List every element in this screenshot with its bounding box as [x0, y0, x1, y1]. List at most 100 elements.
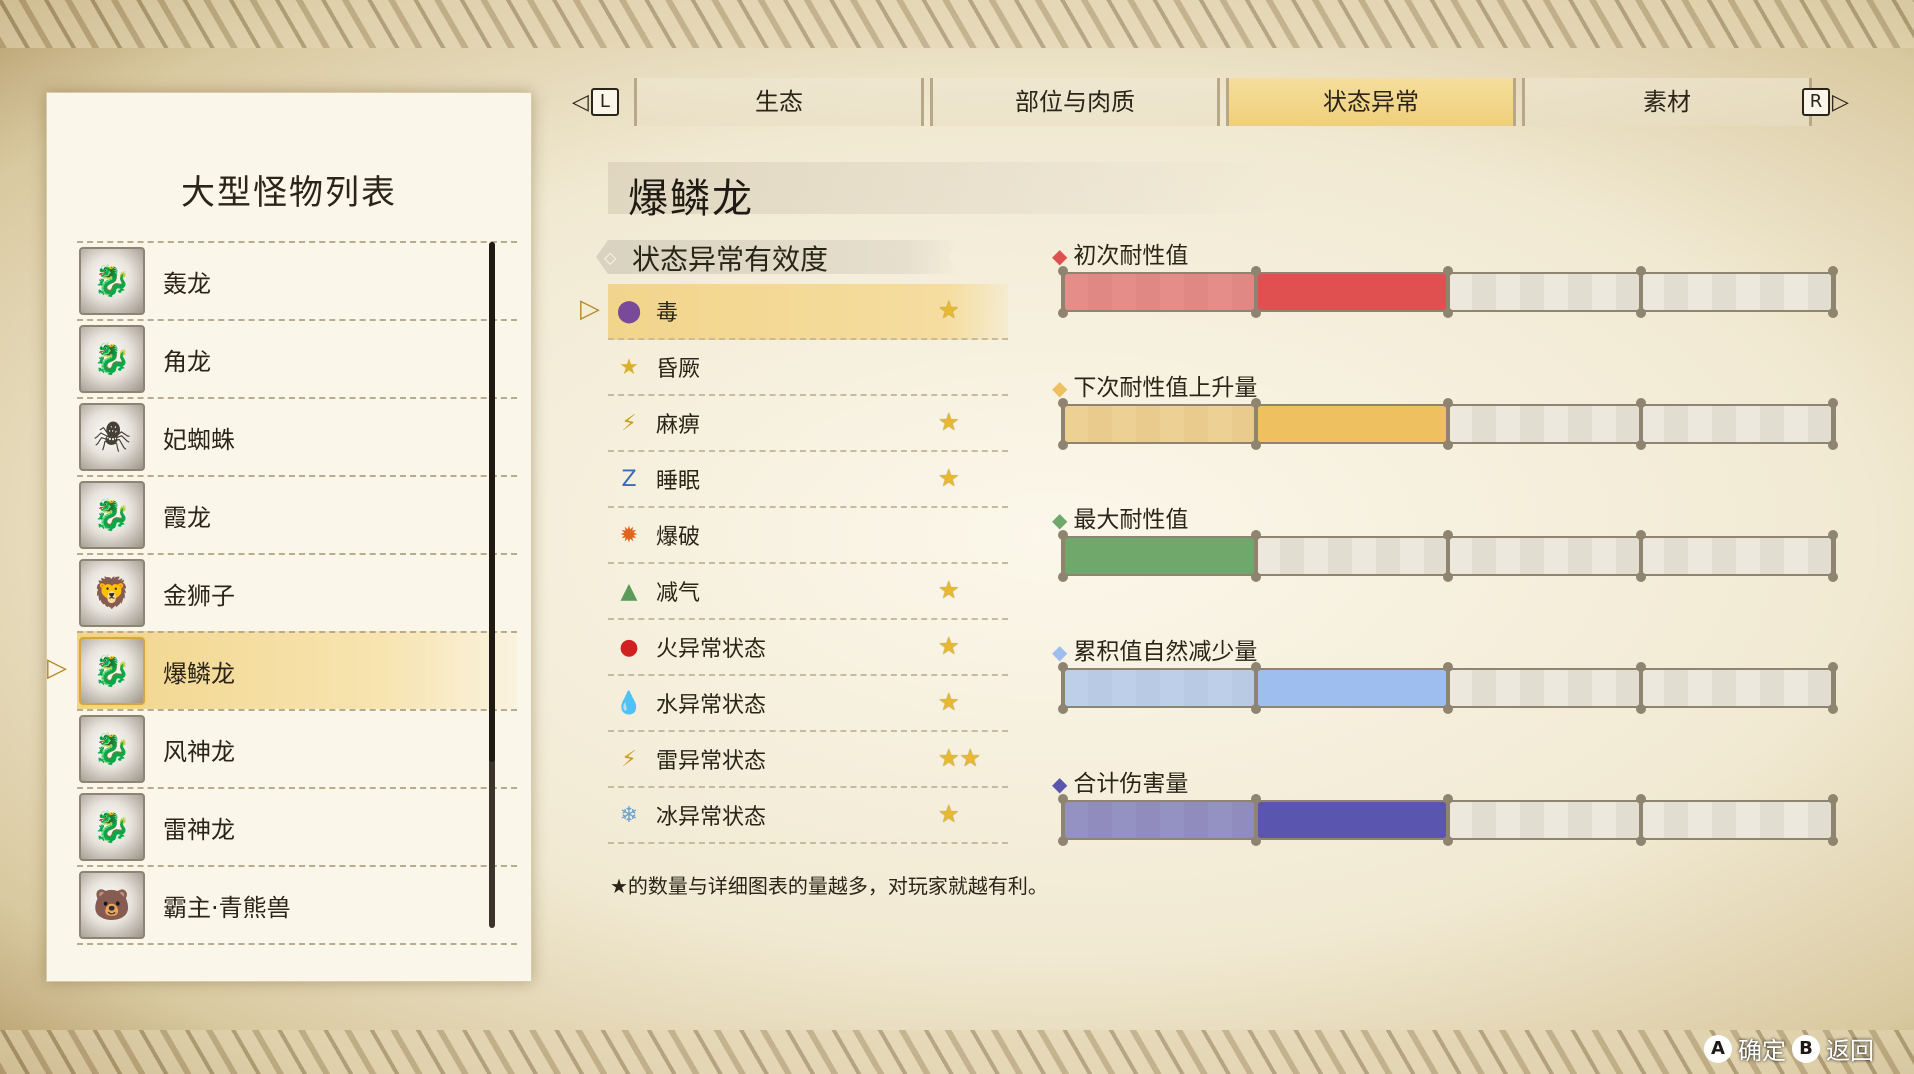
effectiveness-stars-icon: ★	[938, 688, 960, 716]
effectiveness-stars-icon: ★	[938, 408, 960, 436]
fire-icon: ●	[619, 634, 639, 660]
resistance-meter: ◆ 下次耐性值上升量	[1052, 368, 1842, 450]
status-header: 状态异常有效度	[632, 243, 829, 276]
bottom-border-pattern	[0, 1030, 1914, 1074]
monster-name: 爆鳞龙	[163, 659, 235, 688]
meter-fill-segment	[1064, 538, 1257, 574]
status-row[interactable]: ⚡ 雷异常状态 ★★	[608, 732, 1008, 788]
meter-divider	[1443, 398, 1453, 450]
dragon-icon: 🐉	[79, 637, 145, 705]
monster-name: 霞龙	[163, 503, 211, 532]
monster-list-item[interactable]: ▷ 🐉 爆鳞龙	[47, 631, 517, 709]
water-icon: 💧	[615, 690, 643, 716]
monster-list-item[interactable]: 🐉 角龙	[77, 319, 517, 397]
exhaust-icon: ▲	[620, 578, 638, 604]
status-name: 冰异常状态	[656, 805, 767, 830]
meter-divider	[1058, 794, 1068, 846]
status-row[interactable]: 💧 水异常状态 ★	[608, 676, 1008, 732]
status-name: 毒	[656, 301, 679, 326]
tab-next-control[interactable]: R ▷	[1800, 88, 1849, 116]
monster-list-item[interactable]: 🕷 妃蜘蛛	[77, 397, 517, 475]
monster-list-item[interactable]: 🐉 轰龙	[77, 241, 517, 319]
tab-prev-control[interactable]: ◁ L	[572, 88, 621, 116]
meter-bar	[1058, 662, 1838, 714]
effectiveness-stars-icon: ★★	[938, 744, 982, 772]
monster-list: 🐉 轰龙 🐉 角龙 🕷 妃蜘蛛 🐉 霞龙 🦁 金狮子 ▷ 🐉 爆鳞龙 🐉 风神龙 🐉 雷神龙 🐻 霸主·青熊兽	[47, 241, 517, 945]
meter-bar	[1058, 794, 1838, 846]
meter-divider	[1828, 266, 1838, 318]
meter-fill-segment	[1256, 802, 1449, 838]
monster-name: 金狮子	[163, 581, 235, 610]
status-row[interactable]: ★ 昏厥	[608, 340, 1008, 396]
meter-series-name: 合计伤害量	[1073, 771, 1189, 797]
spider-icon: 🕷	[79, 403, 145, 471]
monster-name: 风神龙	[163, 737, 235, 766]
tab-parts-hitzones[interactable]: 部位与肉质	[930, 78, 1220, 126]
meter-divider	[1635, 662, 1646, 714]
status-row[interactable]: ▲ 减气 ★	[608, 564, 1008, 620]
diamond-icon: ◆	[1052, 772, 1068, 796]
right-triangle-icon: ▷	[1832, 89, 1849, 115]
a-button-icon[interactable]: A	[1704, 1034, 1732, 1063]
meter-divider	[1828, 398, 1838, 450]
tab-materials[interactable]: 素材	[1522, 78, 1812, 126]
diamond-icon: ◆	[1052, 376, 1068, 400]
monster-list-item[interactable]: 🐻 霸主·青熊兽	[77, 865, 517, 945]
status-row[interactable]: ● 火异常状态 ★	[608, 620, 1008, 676]
button-hints: A 确定 B 返回	[1704, 1031, 1874, 1066]
diamond-icon: ◆	[1052, 640, 1068, 664]
confirm-label[interactable]: 确定	[1738, 1031, 1786, 1066]
blast-icon: ✹	[619, 522, 639, 548]
paralysis-icon: ⚡	[621, 410, 637, 436]
meter-fill-segment	[1064, 406, 1257, 442]
meter-divider	[1058, 398, 1068, 450]
meter-series-name: 最大耐性值	[1073, 507, 1189, 533]
monster-title: 爆鳞龙	[628, 176, 754, 222]
meter-divider	[1250, 662, 1261, 714]
status-name: 水异常状态	[656, 693, 767, 718]
b-button-icon[interactable]: B	[1792, 1034, 1820, 1063]
status-row[interactable]: Z 睡眠 ★	[608, 452, 1008, 508]
tab-ecology[interactable]: 生态	[634, 78, 924, 126]
dragon-icon: 🐉	[79, 481, 145, 549]
r-key-icon: R	[1802, 88, 1830, 116]
status-list: ▷ ⬤ 毒 ★ ★ 昏厥 ⚡ 麻痹 ★ Z 睡眠 ★ ✹ 爆破 ▲ 减气 ★ ● 火异常状态 ★ 💧 水异常状态 ★ ⚡ 雷异常…	[580, 284, 1008, 844]
meter-series-name: 累积值自然减少量	[1073, 639, 1258, 665]
tab-status-ailments[interactable]: 状态异常	[1226, 78, 1516, 126]
effectiveness-stars-icon: ★	[938, 632, 960, 660]
monster-list-item[interactable]: 🦁 金狮子	[77, 553, 517, 631]
meter-label: ◆ 初次耐性值	[1052, 236, 1188, 270]
status-row[interactable]: ❄ 冰异常状态 ★	[608, 788, 1008, 844]
thunder-icon: ⚡	[621, 746, 637, 772]
dragon-icon: 🐉	[79, 325, 145, 393]
meter-series-name: 初次耐性值	[1073, 243, 1189, 269]
meter-fill-segment	[1256, 274, 1449, 310]
monster-list-item[interactable]: 🐉 雷神龙	[77, 787, 517, 865]
meter-bar	[1058, 266, 1838, 318]
effectiveness-stars-icon: ★	[938, 576, 960, 604]
scrollbar-thumb[interactable]	[489, 242, 495, 762]
monster-list-item[interactable]: 🐉 风神龙	[77, 709, 517, 787]
monster-name: 轰龙	[163, 269, 211, 298]
status-name: 雷异常状态	[656, 749, 767, 774]
l-key-icon: L	[590, 88, 619, 116]
left-triangle-icon: ◁	[572, 89, 589, 115]
meter-divider	[1250, 530, 1261, 582]
meter-divider	[1828, 794, 1838, 846]
top-border-pattern	[0, 0, 1914, 48]
meter-divider	[1635, 266, 1646, 318]
status-name: 火异常状态	[656, 637, 767, 662]
back-label[interactable]: 返回	[1826, 1031, 1874, 1066]
status-row[interactable]: ▷ ⬤ 毒 ★	[580, 284, 1008, 340]
resistance-meter: ◆ 最大耐性值	[1052, 500, 1842, 582]
monster-list-item[interactable]: 🐉 霞龙	[77, 475, 517, 553]
diamond-icon: ◆	[1052, 508, 1068, 532]
status-row[interactable]: ✹ 爆破	[608, 508, 1008, 564]
status-row[interactable]: ⚡ 麻痹 ★	[608, 396, 1008, 452]
meter-divider	[1635, 398, 1646, 450]
meter-label: ◆ 累积值自然减少量	[1052, 632, 1257, 666]
diamond-icon: ◇	[604, 248, 617, 267]
diamond-icon: ◆	[1052, 244, 1068, 268]
meter-divider	[1250, 266, 1261, 318]
meter-fill-segment	[1064, 802, 1257, 838]
